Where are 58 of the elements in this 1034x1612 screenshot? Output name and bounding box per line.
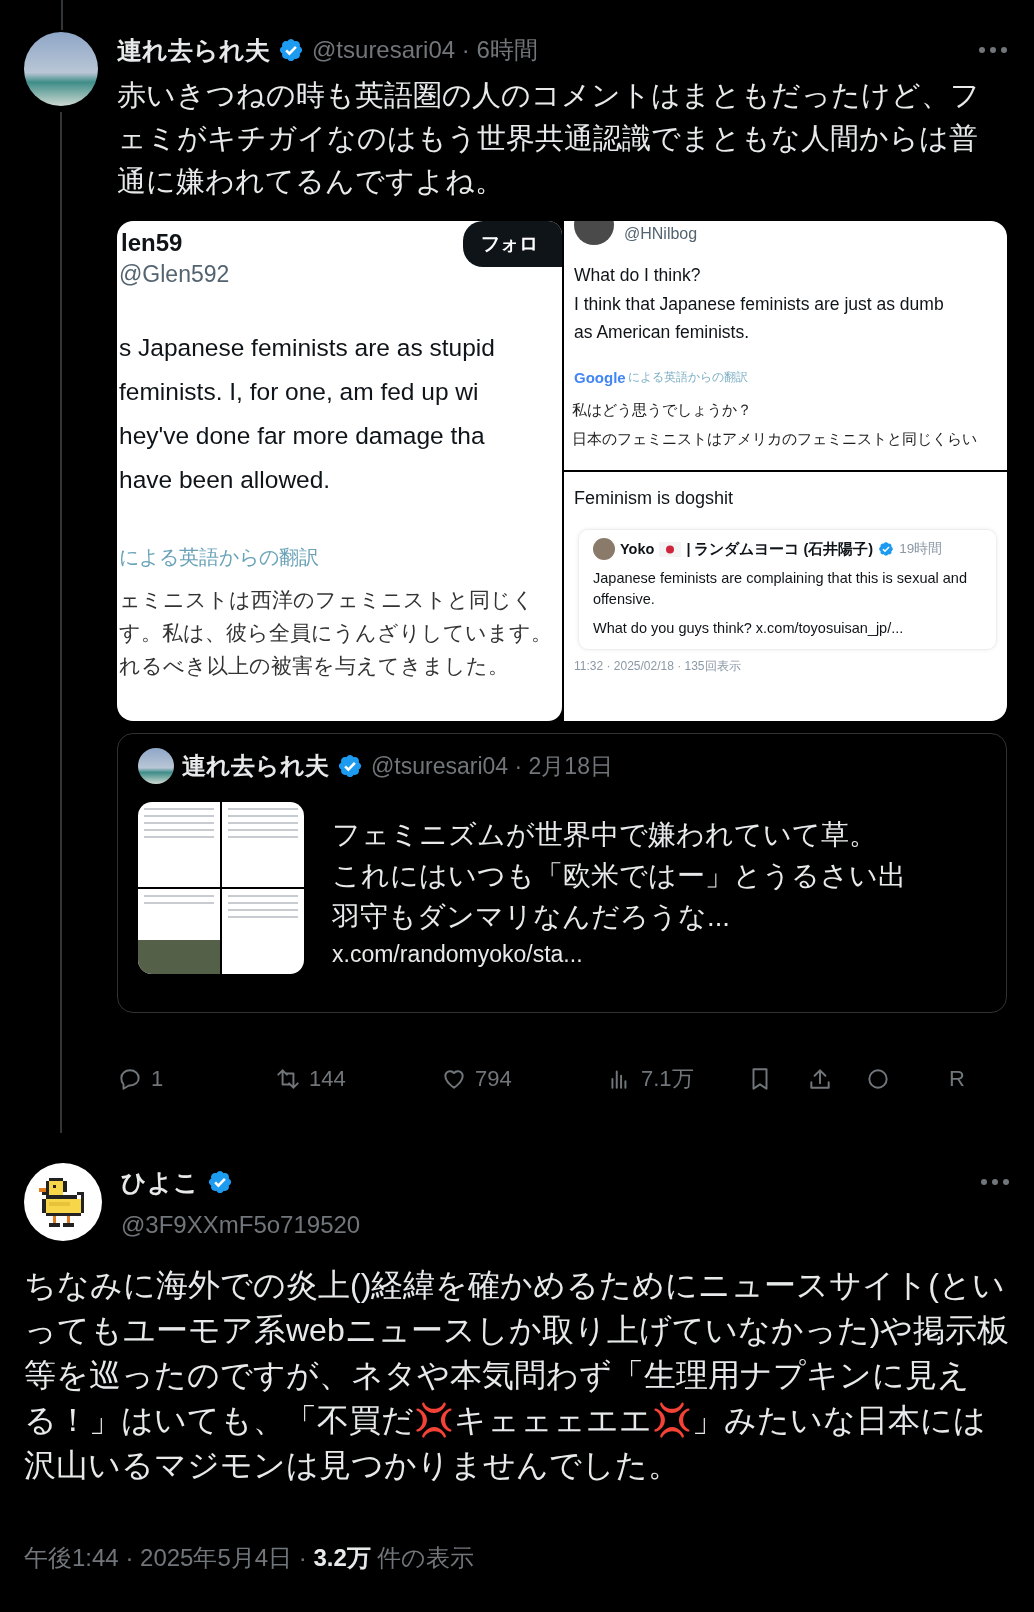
post-text-line: feminists. I, for one, am fed up wi [119,377,479,407]
user-name: 連れ去られ夫 [182,751,329,781]
post-link[interactable]: x.com/randomyoko/sta... [332,941,583,968]
user-handle: @HNilbog [624,225,698,243]
more-icon[interactable] [978,46,1008,54]
user-name[interactable]: ひよこ [121,1165,199,1199]
circle-button[interactable] [865,1066,891,1092]
screenshot-panel[interactable] [117,221,562,721]
circle-icon [865,1066,891,1092]
post-text-line: hey've done far more damage tha [119,421,485,451]
display-name: | ランダムヨーコ (石井陽子) [686,539,874,559]
translation-label: による英語からの翻訳 [627,368,748,386]
avatar-photo [593,538,615,560]
post-text-line: as American feminists. [574,321,750,344]
quoted-post-text: フェミニズムが世界中で嫌われていて草。 [332,818,878,852]
more-button[interactable]: R [949,1066,965,1092]
repost-button[interactable]: 144 [275,1066,346,1092]
avatar-photo [138,748,174,784]
share-button[interactable] [807,1066,833,1092]
like-button[interactable]: 794 [441,1066,512,1092]
post-text: ちなみに海外での炎上()経緯を確かめるためにニュースサイト(といってもユーモア系webニュースしか取り上げていなかった)や掲示板等を巡ったのですが、ネタや本気問わず「生理用ナプキンに見える！」はいても、「不買だ💢キェェェエエ💢」みたいな日本には沢山いるマジモンは見つかりませんでした。 [24,1266,1011,1485]
follow-button: フォロ [463,221,562,267]
translated-text-line: 私はどう思うでしょうか？ [572,400,752,420]
quoted-post-text: これにはいつも「欧米ではー」とうるさい出羽守もダンマリなんだろうな... [332,859,907,934]
post-time: 19時間 [899,540,943,558]
translated-text-line: ェミニストは西洋のフェミニストと同じく [119,587,534,613]
post-text-line: have been allowed. [119,465,331,495]
screenshot-panel[interactable]: @HNilbog What do I think? I think that Japanese feminists are just as dumb as American feminists. Google による英語からの翻訳 私はどう思うでしょうか？ 日本のフェミニストはアメリカのフェミニストと同じくらい [564,221,1007,470]
handle-time: @tsuresari04 · 2月18日 [371,751,613,781]
quoted-post-card[interactable]: 連れ去られ夫 @tsuresari04 · 2月18日 フェミニズムが世界中で嫌われていて草。 これにはいつも「欧米ではー」とうるさい出羽守もダンマリなんだろうな... x.com/randomyoko/sta... [117,733,1007,1013]
flag-icon [659,541,682,557]
handle-time: @tsuresari04 · 6時間 [312,35,538,65]
more-icon[interactable] [980,1178,1010,1186]
post-footer: 11:32 · 2025/02/18 · 135回表示 [574,658,1007,675]
translated-text-line: 日本のフェミニストはアメリカのフェミニストと同じくらい [572,429,977,449]
post-text: What do you guys think? x.com/toyosuisan_jp/... [593,619,905,638]
translated-text-line: れるべき以上の被害を与えてきました。 [119,653,509,679]
user-handle: @3F9XXmF5o719520 [121,1210,362,1239]
translated-text-line: す。私は、彼ら全員にうんざりしています。 [119,620,552,646]
repost-icon [275,1066,301,1092]
post-text-line: s Japanese feminists are as stupid [119,333,495,363]
user-name: Yoko [620,541,655,557]
views-button[interactable]: 7.1万 [607,1064,694,1094]
post-text-line: What do I think? [574,264,701,287]
translation-label: による英語からの翻訳 [119,545,319,570]
post-text-line: I think that Japanese feminists are just as dumb [574,292,944,316]
post-text: Japanese feminists are complaining that this is sexual and offensive. [593,569,968,609]
reply-icon [117,1066,143,1092]
user-name: len59 [121,229,183,257]
user-handle: @Glen592 [119,261,230,288]
share-icon [807,1066,833,1092]
reply-button[interactable]: 1 [117,1066,164,1092]
screenshot-panel[interactable]: Feminism is dogshit Yoko | ランダムヨーコ (石井陽子) 19時間 Japanese feminists are complaining that this is sexual and offensive. What do you guys think? x.com/toyosuisan_jp/... 11:32 · 2025/02/18 · 135回表示 [564,472,1007,721]
post-text: Feminism is dogshit [574,488,734,509]
post-text: 赤いきつねの時も英語圏の人のコメントはまともだったけど、フェミがキチガイなのはもう世界共通認識でまともな人間からは普通に嫌われてるんですよね。 [117,78,981,199]
user-name[interactable]: 連れ去られ夫 [117,33,270,67]
post-footer: 午後1:44 · 2025年5月4日 · 3.2万 件の表示 [24,1542,1010,1574]
translation-brand: Google [574,368,626,386]
